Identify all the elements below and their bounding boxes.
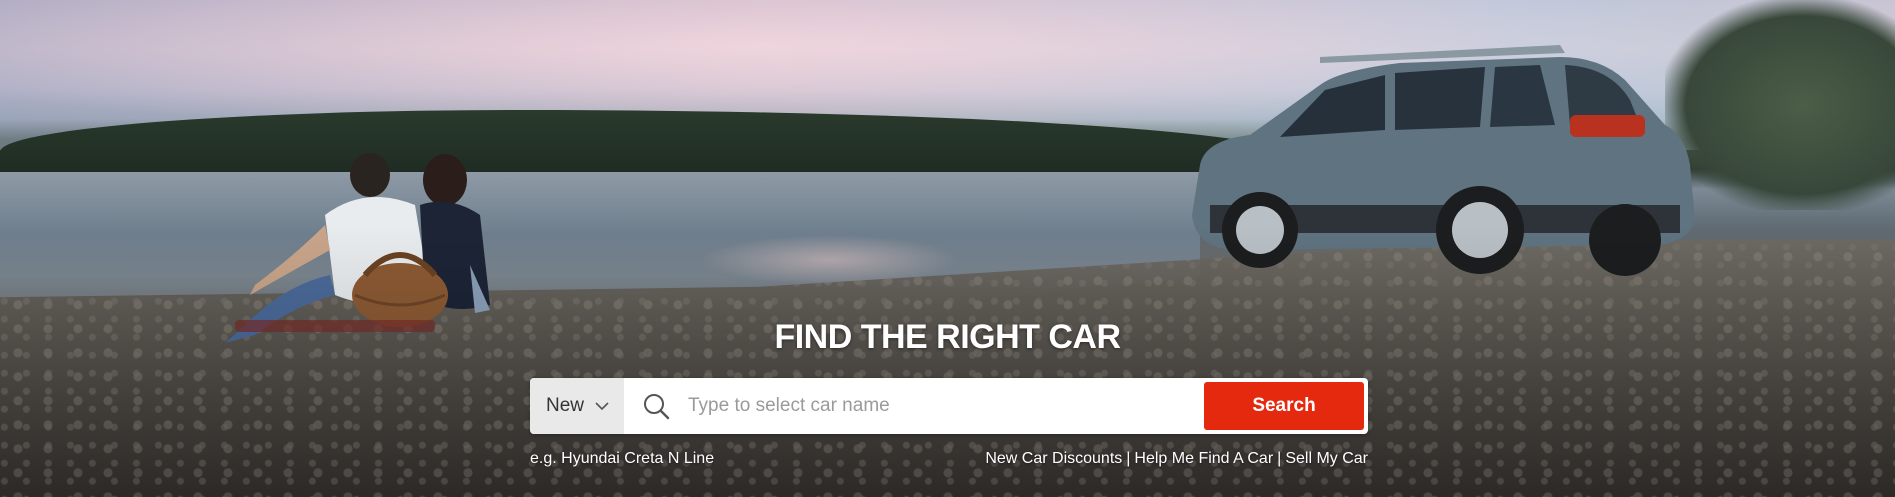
sell-my-car-link[interactable]: Sell My Car [1285,450,1368,467]
car-name-search-input[interactable] [686,394,1204,418]
car-type-selected: New [546,395,585,416]
chevron-down-icon [595,402,609,411]
car-search-bar: New Search [530,378,1368,434]
hero-banner: FIND THE RIGHT CAR New Search e.g. Hyund… [0,0,1895,497]
search-icon [644,394,670,420]
help-me-find-a-car-link[interactable]: Help Me Find A Car [1134,450,1273,467]
link-separator: | [1277,450,1282,467]
car-type-dropdown[interactable]: New [530,378,624,434]
search-button[interactable]: Search [1204,382,1364,430]
quick-links: New Car Discounts | Help Me Find A Car | Sel… [985,450,1368,468]
link-separator: | [1126,450,1131,467]
new-car-discounts-link[interactable]: New Car Discounts [985,450,1122,467]
hero-headline: FIND THE RIGHT CAR [774,318,1121,356]
search-example-hint: e.g. Hyundai Creta N Line [530,450,715,467]
search-input-wrapper [624,378,1204,434]
